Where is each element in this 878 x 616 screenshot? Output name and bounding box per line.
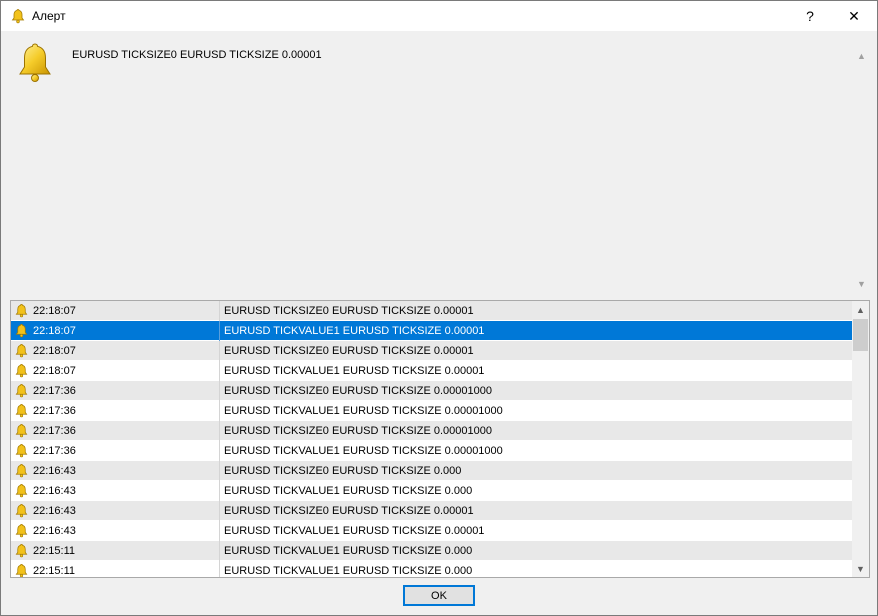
alert-time: 22:17:36 [33, 385, 76, 397]
column-separator [219, 361, 220, 381]
column-separator [219, 541, 220, 561]
bell-icon [14, 303, 29, 318]
scroll-down-icon[interactable]: ▼ [852, 560, 869, 577]
alert-message: EURUSD TICKSIZE0 EURUSD TICKSIZE 0.00001… [224, 385, 492, 397]
alert-message: EURUSD TICKVALUE1 EURUSD TICKSIZE 0.0000… [224, 325, 485, 337]
column-separator [219, 441, 220, 461]
alert-message: EURUSD TICKVALUE1 EURUSD TICKSIZE 0.000 [224, 565, 473, 577]
bell-icon [14, 523, 29, 538]
alert-time: 22:18:07 [33, 305, 76, 317]
alert-message: EURUSD TICKSIZE0 EURUSD TICKSIZE 0.00001 [224, 345, 474, 357]
column-separator [219, 301, 220, 321]
alert-row[interactable]: 22:16:43 EURUSD TICKSIZE0 EURUSD TICKSIZE… [11, 501, 852, 521]
close-button[interactable]: ✕ [837, 1, 871, 31]
alert-time: 22:18:07 [33, 325, 76, 337]
alert-row[interactable]: 22:18:07 EURUSD TICKVALUE1 EURUSD TICKSIZ… [11, 321, 852, 341]
scroll-down-icon[interactable]: ▼ [853, 275, 870, 292]
alert-message: EURUSD TICKSIZE0 EURUSD TICKSIZE 0.00001 [224, 505, 474, 517]
alert-dialog: Алерт ? ✕ EURUSD TICKSIZE0 EURUSD TICKSI… [0, 0, 878, 616]
alert-message: EURUSD TICKVALUE1 EURUSD TICKSIZE 0.0000… [224, 405, 503, 417]
title-bar: Алерт ? ✕ [1, 1, 877, 31]
bell-icon [14, 503, 29, 518]
alerts-list[interactable]: 22:18:07 EURUSD TICKSIZE0 EURUSD TICKSIZE… [10, 300, 870, 578]
column-separator [219, 421, 220, 441]
column-separator [219, 521, 220, 541]
bell-icon [14, 463, 29, 478]
alert-time: 22:15:11 [33, 545, 76, 557]
bell-icon [14, 563, 29, 577]
list-scrollbar[interactable]: ▲ ▼ [852, 301, 869, 577]
bell-icon [14, 483, 29, 498]
alert-row[interactable]: 22:18:07 EURUSD TICKSIZE0 EURUSD TICKSIZE… [11, 301, 852, 321]
message-scrollbar[interactable]: ▲ ▼ [853, 47, 870, 292]
column-separator [219, 461, 220, 481]
alert-row[interactable]: 22:18:07 EURUSD TICKSIZE0 EURUSD TICKSIZE… [11, 341, 852, 361]
bell-icon [11, 9, 25, 24]
alert-message-text: EURUSD TICKSIZE0 EURUSD TICKSIZE 0.00001 [72, 49, 322, 61]
alert-time: 22:16:43 [33, 465, 76, 477]
alert-row[interactable]: 22:17:36 EURUSD TICKVALUE1 EURUSD TICKSIZ… [11, 401, 852, 421]
alert-time: 22:15:11 [33, 565, 76, 577]
scroll-up-icon[interactable]: ▲ [852, 301, 869, 318]
alert-row[interactable]: 22:15:11 EURUSD TICKVALUE1 EURUSD TICKSIZ… [11, 561, 852, 577]
alert-time: 22:17:36 [33, 445, 76, 457]
bell-icon [14, 403, 29, 418]
bell-icon [14, 543, 29, 558]
column-separator [219, 481, 220, 501]
alert-time: 22:18:07 [33, 345, 76, 357]
message-area: EURUSD TICKSIZE0 EURUSD TICKSIZE 0.00001… [1, 32, 877, 292]
bell-icon [14, 443, 29, 458]
column-separator [219, 561, 220, 577]
alert-message: EURUSD TICKSIZE0 EURUSD TICKSIZE 0.000 [224, 465, 462, 477]
alert-time: 22:16:43 [33, 505, 76, 517]
alert-row[interactable]: 22:16:43 EURUSD TICKVALUE1 EURUSD TICKSIZ… [11, 481, 852, 501]
column-separator [219, 381, 220, 401]
alerts-rows: 22:18:07 EURUSD TICKSIZE0 EURUSD TICKSIZE… [11, 301, 852, 577]
column-separator [219, 401, 220, 421]
alert-time: 22:18:07 [33, 365, 76, 377]
column-separator [219, 321, 220, 341]
alert-time: 22:17:36 [33, 425, 76, 437]
alert-time: 22:16:43 [33, 485, 76, 497]
alert-message: EURUSD TICKSIZE0 EURUSD TICKSIZE 0.00001… [224, 425, 492, 437]
bell-icon [19, 43, 51, 82]
alert-message: EURUSD TICKVALUE1 EURUSD TICKSIZE 0.000 [224, 485, 473, 497]
ok-button[interactable]: OK [403, 585, 475, 606]
scroll-thumb[interactable] [853, 319, 868, 351]
window-title: Алерт [32, 9, 66, 23]
alert-message: EURUSD TICKVALUE1 EURUSD TICKSIZE 0.0000… [224, 525, 485, 537]
alert-time: 22:17:36 [33, 405, 76, 417]
bell-icon [14, 383, 29, 398]
column-separator [219, 501, 220, 521]
bell-icon [14, 363, 29, 378]
scroll-up-icon[interactable]: ▲ [853, 47, 870, 64]
help-button[interactable]: ? [793, 1, 827, 31]
bell-icon [14, 423, 29, 438]
alert-message: EURUSD TICKSIZE0 EURUSD TICKSIZE 0.00001 [224, 305, 474, 317]
alert-message: EURUSD TICKVALUE1 EURUSD TICKSIZE 0.000 [224, 545, 473, 557]
alert-message: EURUSD TICKVALUE1 EURUSD TICKSIZE 0.0000… [224, 445, 503, 457]
bell-icon [14, 343, 29, 358]
column-separator [219, 341, 220, 361]
alert-row[interactable]: 22:17:36 EURUSD TICKSIZE0 EURUSD TICKSIZE… [11, 421, 852, 441]
alert-row[interactable]: 22:18:07 EURUSD TICKVALUE1 EURUSD TICKSIZ… [11, 361, 852, 381]
alert-message: EURUSD TICKVALUE1 EURUSD TICKSIZE 0.0000… [224, 365, 485, 377]
alert-row[interactable]: 22:16:43 EURUSD TICKSIZE0 EURUSD TICKSIZE… [11, 461, 852, 481]
bell-icon [14, 323, 29, 338]
alert-row[interactable]: 22:17:36 EURUSD TICKVALUE1 EURUSD TICKSIZ… [11, 441, 852, 461]
alert-time: 22:16:43 [33, 525, 76, 537]
alert-row[interactable]: 22:16:43 EURUSD TICKVALUE1 EURUSD TICKSIZ… [11, 521, 852, 541]
alert-row[interactable]: 22:15:11 EURUSD TICKVALUE1 EURUSD TICKSIZ… [11, 541, 852, 561]
alert-row[interactable]: 22:17:36 EURUSD TICKSIZE0 EURUSD TICKSIZE… [11, 381, 852, 401]
